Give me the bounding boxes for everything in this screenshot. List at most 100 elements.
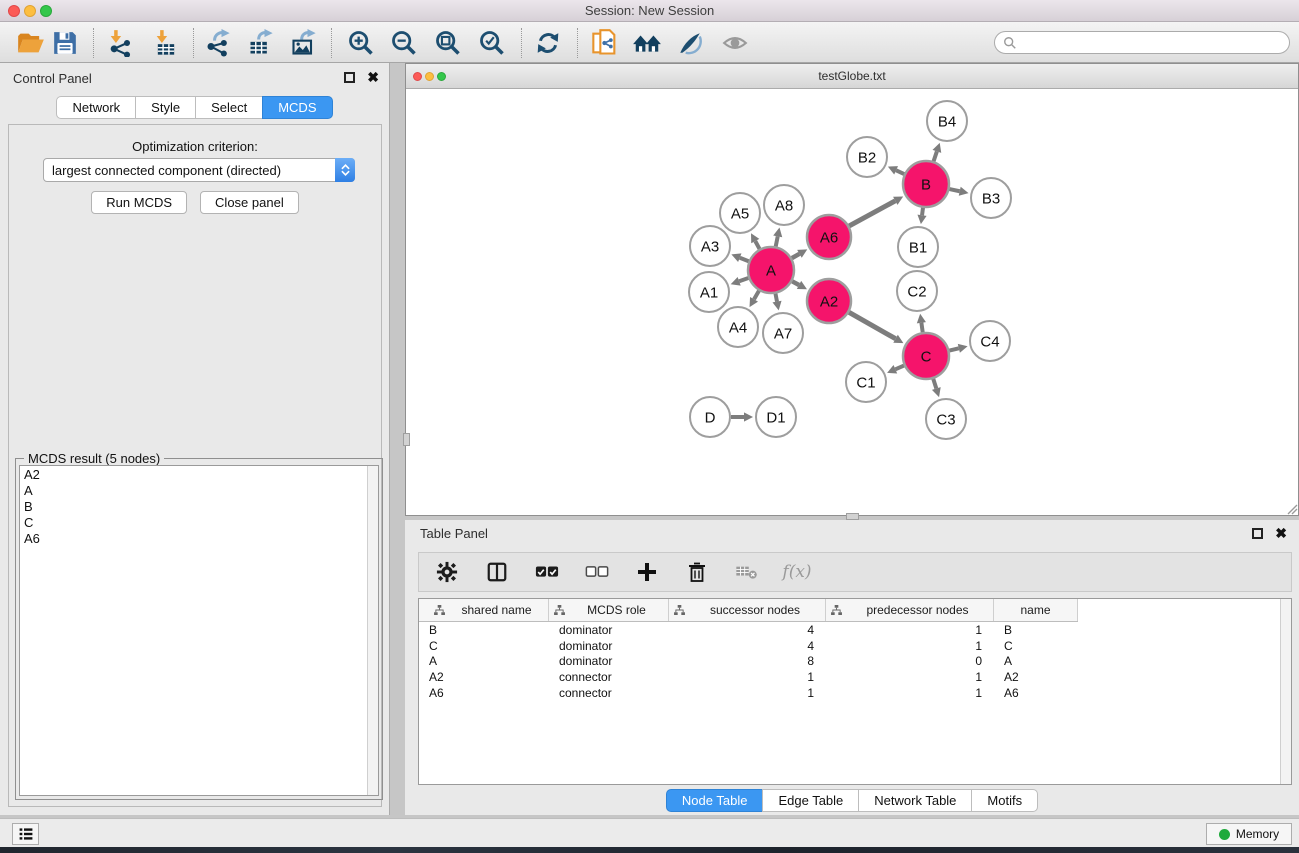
table-row[interactable]: A6connector 11 A6 [419, 685, 1078, 701]
maximize-view-button[interactable] [437, 72, 446, 81]
list-icon [18, 826, 34, 842]
graph-edge[interactable] [755, 241, 759, 249]
import-network-button[interactable] [103, 27, 137, 59]
list-item[interactable]: A2 [20, 466, 378, 482]
resize-grip-icon[interactable] [1286, 503, 1298, 515]
divider-grip[interactable] [846, 513, 859, 520]
refresh-button[interactable] [531, 27, 565, 59]
export-image-button[interactable] [287, 27, 321, 59]
graph-node-label: A1 [700, 284, 718, 301]
mcds-tab-content: Optimization criterion: largest connecte… [8, 124, 382, 807]
tab-select[interactable]: Select [195, 96, 263, 119]
zoom-out-button[interactable] [387, 27, 421, 59]
column-header-predecessor-nodes[interactable]: predecessor nodes [826, 599, 994, 621]
zoom-selected-button[interactable] [475, 27, 509, 59]
graph-edge[interactable] [949, 189, 959, 191]
import-table-button[interactable] [149, 27, 183, 59]
minimize-window-button[interactable] [24, 5, 36, 17]
list-scrollbar[interactable] [367, 466, 378, 795]
show-columns-button[interactable] [483, 558, 511, 586]
graph-edge[interactable] [776, 236, 778, 246]
close-panel-icon[interactable]: ✖ [367, 72, 379, 83]
export-table-icon [247, 29, 275, 57]
create-column-button[interactable] [633, 558, 661, 586]
graph-node-label: B1 [909, 239, 927, 256]
select-all-columns-button[interactable] [533, 558, 561, 586]
table-row[interactable]: Adominator 80 A [419, 653, 1078, 669]
column-header-shared-name[interactable]: shared name [419, 599, 549, 621]
float-panel-icon[interactable] [344, 72, 355, 83]
zoom-fit-button[interactable] [431, 27, 465, 59]
graph-edge[interactable] [739, 278, 748, 281]
search-input[interactable] [994, 31, 1290, 54]
tab-node-table[interactable]: Node Table [666, 789, 764, 812]
table-settings-button[interactable] [433, 558, 461, 586]
graph-edge[interactable] [922, 208, 923, 215]
graph-edge[interactable] [949, 348, 958, 350]
open-file-button[interactable] [14, 27, 48, 59]
graph-edge[interactable] [933, 379, 936, 389]
graph-edge[interactable] [792, 281, 799, 285]
list-item[interactable]: C [20, 515, 378, 531]
tab-edge-table[interactable]: Edge Table [762, 789, 859, 812]
graph-edge[interactable] [849, 201, 895, 226]
graph-edge-arrowhead [917, 215, 926, 225]
graph-edge[interactable] [896, 170, 904, 174]
task-history-button[interactable] [12, 823, 39, 845]
list-item[interactable]: B [20, 498, 378, 514]
graph-edge[interactable] [921, 323, 922, 333]
close-window-button[interactable] [8, 5, 20, 17]
zoom-in-button[interactable] [344, 27, 378, 59]
table-row[interactable]: Cdominator 41 C [419, 638, 1078, 654]
table-row[interactable]: Bdominator 41 B [419, 622, 1078, 638]
tab-motifs[interactable]: Motifs [971, 789, 1038, 812]
hide-style-button[interactable] [673, 27, 707, 59]
delete-column-button[interactable] [683, 558, 711, 586]
tab-style[interactable]: Style [135, 96, 196, 119]
float-panel-icon[interactable] [1252, 528, 1263, 539]
node-table[interactable]: shared name MCDS role successor nodes pr… [418, 598, 1292, 785]
column-header-successor-nodes[interactable]: successor nodes [669, 599, 826, 621]
close-view-button[interactable] [413, 72, 422, 81]
export-table-button[interactable] [244, 27, 278, 59]
memory-button[interactable]: Memory [1206, 823, 1292, 845]
graph-edge[interactable] [934, 151, 937, 161]
close-panel-icon[interactable]: ✖ [1275, 528, 1287, 539]
deselect-all-columns-button[interactable] [583, 558, 611, 586]
status-bar: Memory [0, 818, 1299, 847]
tab-network[interactable]: Network [56, 96, 136, 119]
tab-network-table[interactable]: Network Table [858, 789, 972, 812]
column-type-icon [674, 605, 685, 615]
function-builder-button[interactable]: f(x) [783, 558, 811, 586]
close-panel-button[interactable]: Close panel [200, 191, 299, 214]
delete-table-button[interactable] [733, 558, 761, 586]
column-type-icon [831, 605, 842, 615]
divider-grip[interactable] [403, 433, 410, 446]
graph-edge[interactable] [849, 312, 896, 338]
column-header-name[interactable]: name [994, 599, 1078, 621]
column-type-icon [554, 605, 565, 615]
network-window-titlebar[interactable]: testGlobe.txt [406, 64, 1298, 89]
home-button[interactable] [630, 27, 664, 59]
minimize-view-button[interactable] [425, 72, 434, 81]
network-canvas[interactable]: B4B2BB3A8A5A6A3B1AC2A1A2A4A7C4CC1DD1C3 [406, 89, 1298, 515]
export-network-button[interactable] [201, 27, 235, 59]
list-item[interactable]: A [20, 482, 378, 498]
graph-edge[interactable] [754, 291, 759, 300]
table-scrollbar[interactable] [1280, 599, 1291, 784]
graph-edge[interactable] [792, 254, 800, 258]
save-session-button[interactable] [48, 27, 82, 59]
table-row[interactable]: A2connector 11 A2 [419, 669, 1078, 685]
show-hide-button[interactable] [718, 27, 752, 59]
clone-network-button[interactable] [588, 27, 622, 59]
graph-edge[interactable] [895, 366, 904, 370]
maximize-window-button[interactable] [40, 5, 52, 17]
run-mcds-button[interactable]: Run MCDS [91, 191, 187, 214]
tab-mcds[interactable]: MCDS [262, 96, 332, 119]
mcds-result-list[interactable]: A2 A B C A6 [19, 465, 379, 796]
optimization-select[interactable]: largest connected component (directed) [43, 158, 355, 182]
list-item[interactable]: A6 [20, 531, 378, 547]
column-header-mcds-role[interactable]: MCDS role [549, 599, 669, 621]
graph-edge[interactable] [740, 258, 749, 261]
graph-edge[interactable] [775, 294, 777, 302]
